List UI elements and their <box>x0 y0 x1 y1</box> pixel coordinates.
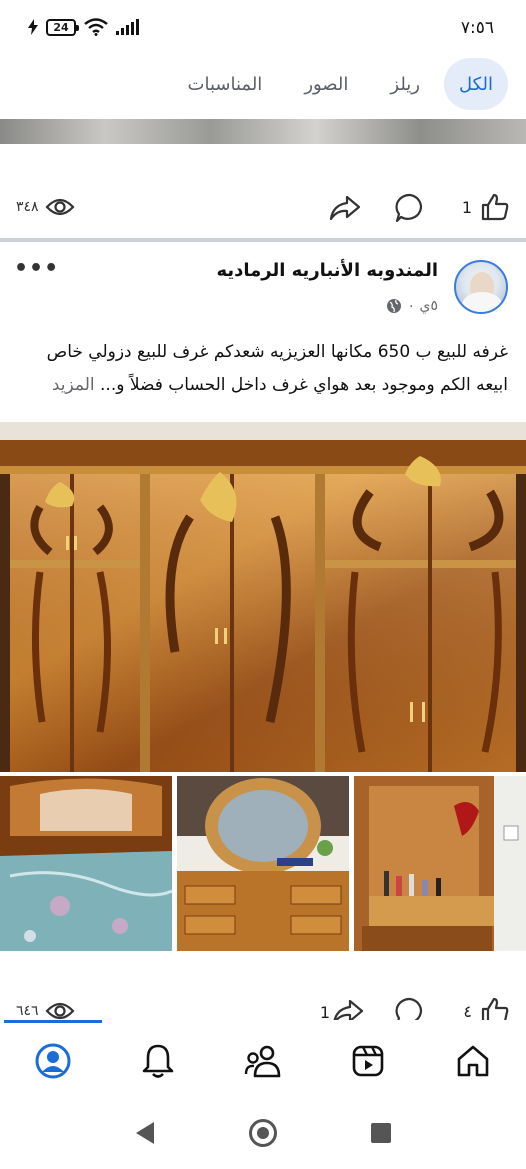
profile-icon <box>35 1043 71 1079</box>
post-text-line-1: غرفه للبيع ب 650 مكانها العزيزيه شعدكم غ… <box>46 342 508 362</box>
page-avatar[interactable] <box>454 260 508 314</box>
share-button[interactable] <box>328 192 362 224</box>
tab-photos[interactable]: الصور <box>286 58 366 110</box>
home-system-button[interactable] <box>248 1118 278 1152</box>
post-photo-dresser[interactable] <box>177 776 349 951</box>
battery-level: 24 <box>53 20 69 34</box>
system-navigation <box>0 1102 526 1169</box>
wardrobe-photo <box>0 422 526 772</box>
clock: ٧:٥٦ <box>460 18 494 38</box>
wifi-icon <box>84 18 108 36</box>
square-recents-icon <box>371 1123 391 1143</box>
thumbs-up-icon <box>481 193 509 221</box>
previous-post-image[interactable] <box>0 119 526 144</box>
back-button[interactable] <box>134 1120 156 1150</box>
status-bar: 24 ٧:٥٦ <box>0 0 526 56</box>
signal-icon <box>116 19 139 35</box>
post-photo-main[interactable] <box>0 422 526 772</box>
views-count: ٣٤٨ <box>16 196 75 218</box>
tab-all[interactable]: الكل <box>444 58 508 110</box>
recents-button[interactable] <box>370 1122 392 1148</box>
views-count: ٦٤٦ <box>16 1000 75 1022</box>
nav-home[interactable] <box>452 1040 494 1082</box>
share-count: 1 <box>319 1002 331 1022</box>
charging-icon <box>28 19 38 35</box>
circle-home-icon <box>249 1119 277 1147</box>
see-more-link[interactable]: المزيد <box>52 375 95 395</box>
post-text-line-2: ابيعه الكم وموجود بعد هواي غرف داخل الحس… <box>16 369 508 402</box>
comment-button[interactable] <box>393 192 427 224</box>
eye-icon <box>45 198 75 216</box>
nav-friends[interactable] <box>242 1040 284 1082</box>
likes-count: 1 <box>461 197 472 217</box>
post-text: غرفه للبيع ب 650 مكانها العزيزيه شعدكم غ… <box>16 336 508 402</box>
nav-reels[interactable] <box>347 1040 389 1082</box>
battery-icon: 24 <box>46 18 79 36</box>
tab-events[interactable]: المناسبات <box>170 58 281 110</box>
back-icon <box>136 1122 154 1144</box>
dresser-photo <box>177 776 349 951</box>
views-number: ٦٤٦ <box>16 1003 39 1019</box>
post-header: المندوبه الأنباريه الرماديه ٥ي ٠ ••• <box>0 250 526 330</box>
views-number: ٣٤٨ <box>16 199 39 215</box>
bell-icon <box>142 1044 174 1078</box>
eye-icon <box>45 1002 75 1020</box>
post-time: ٥ي ٠ <box>407 298 438 314</box>
more-options-button[interactable]: ••• <box>14 256 59 281</box>
active-tab-indicator <box>4 1020 102 1023</box>
post-separator <box>0 238 526 242</box>
post-photo-vanity[interactable] <box>354 776 526 951</box>
filter-tabs: الكل ريلز الصور المناسبات <box>0 56 526 112</box>
bottom-navigation <box>0 1020 526 1102</box>
friends-icon <box>244 1045 281 1078</box>
nav-profile[interactable] <box>32 1040 74 1082</box>
likes-count: ٤ <box>463 1001 472 1021</box>
nav-notifications[interactable] <box>137 1040 179 1082</box>
globe-icon <box>386 299 401 313</box>
post-meta: ٥ي ٠ <box>386 298 438 314</box>
previous-post-actions: ٣٤٨ 1 <box>0 178 526 238</box>
comment-icon <box>395 193 422 223</box>
reels-icon <box>352 1045 384 1077</box>
share-icon <box>329 195 361 221</box>
tab-reels[interactable]: ريلز <box>372 58 438 110</box>
page-name[interactable]: المندوبه الأنباريه الرماديه <box>216 260 438 281</box>
bed-photo <box>0 776 172 951</box>
vanity-photo <box>354 776 526 951</box>
post-photo-bed[interactable] <box>0 776 172 951</box>
home-icon <box>457 1045 489 1077</box>
post-text-line-2-content: ابيعه الكم وموجود بعد هواي غرف داخل الحس… <box>100 375 508 395</box>
status-icons: 24 <box>28 18 140 36</box>
like-button[interactable]: 1 <box>462 192 510 222</box>
